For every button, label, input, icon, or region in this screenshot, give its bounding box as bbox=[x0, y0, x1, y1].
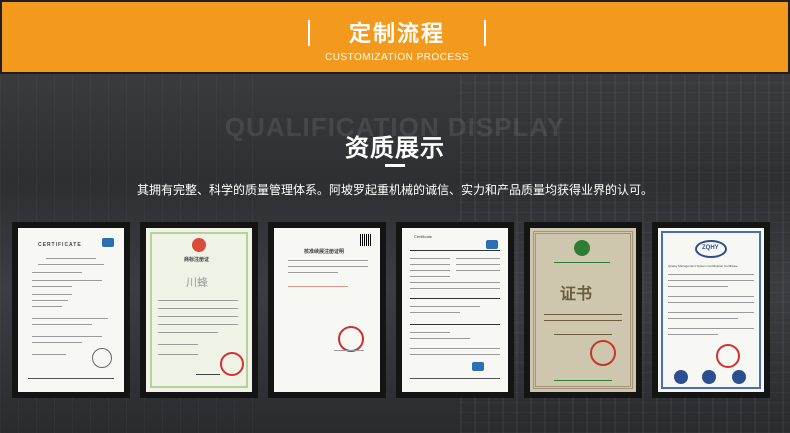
red-seal-icon bbox=[338, 326, 364, 352]
tuv-logo-icon bbox=[472, 362, 484, 371]
certificate-card[interactable]: CERTIFICATE bbox=[12, 222, 130, 398]
national-emblem-icon bbox=[192, 238, 206, 252]
stamp-icon bbox=[92, 348, 112, 368]
tuv-logo-icon bbox=[486, 240, 498, 249]
certificate-card[interactable]: ZQHY Quality Management System Certifica… bbox=[652, 222, 770, 398]
certificate-card[interactable]: Certificate bbox=[396, 222, 514, 398]
red-seal-icon bbox=[716, 344, 740, 368]
certificate-heading: Quality Management System Certification … bbox=[668, 264, 738, 268]
certificate-card[interactable]: 商标注册证 川蜂 bbox=[140, 222, 258, 398]
top-banner: 定制流程 CUSTOMIZATION PROCESS bbox=[0, 0, 790, 74]
trademark-name: 川蜂 bbox=[186, 277, 208, 289]
certificate-image: ZQHY Quality Management System Certifica… bbox=[658, 228, 764, 392]
certificate-image: 证书 bbox=[530, 228, 636, 392]
green-emblem-icon bbox=[574, 240, 590, 256]
certificate-gallery: CERTIFICATE 商标注册证 川蜂 核准续展注册证明 Certificat… bbox=[12, 222, 782, 398]
cnas-logo-icon bbox=[702, 370, 716, 384]
certificate-image: Certificate bbox=[402, 228, 508, 392]
banner-subtitle: CUSTOMIZATION PROCESS bbox=[324, 52, 470, 63]
red-seal-icon bbox=[590, 340, 616, 366]
certificate-heading: CERTIFICATE bbox=[38, 242, 82, 248]
certificate-card[interactable]: 证书 bbox=[524, 222, 642, 398]
certificate-heading: 证书 bbox=[560, 286, 593, 303]
certificate-heading: Certificate bbox=[414, 234, 433, 239]
certificate-image: 商标注册证 川蜂 bbox=[146, 228, 252, 392]
tuv-logo-icon bbox=[102, 238, 114, 247]
barcode-icon bbox=[360, 234, 372, 246]
certificate-card[interactable]: 核准续展注册证明 bbox=[268, 222, 386, 398]
section-description: 其拥有完整、科学的质量管理体系。阿坡罗起重机械的诚信、实力和产品质量均获得业界的… bbox=[136, 183, 653, 197]
red-seal-icon bbox=[220, 352, 244, 376]
zqhy-mark-icon bbox=[732, 370, 746, 384]
logo-text: ZQHY bbox=[702, 245, 719, 251]
certificate-heading: 商标注册证 bbox=[184, 257, 210, 263]
title-underline bbox=[385, 164, 405, 167]
iaf-logo-icon bbox=[674, 370, 688, 384]
certificate-image: 核准续展注册证明 bbox=[274, 228, 380, 392]
banner-title: 定制流程 bbox=[348, 21, 445, 46]
certificate-heading: 核准续展注册证明 bbox=[304, 249, 345, 255]
qualification-section: QUALIFICATION DISPLAY 资质展示 其拥有完整、科学的质量管理… bbox=[0, 74, 790, 433]
section-title: 资质展示 bbox=[345, 135, 445, 162]
certificate-image: CERTIFICATE bbox=[18, 228, 124, 392]
